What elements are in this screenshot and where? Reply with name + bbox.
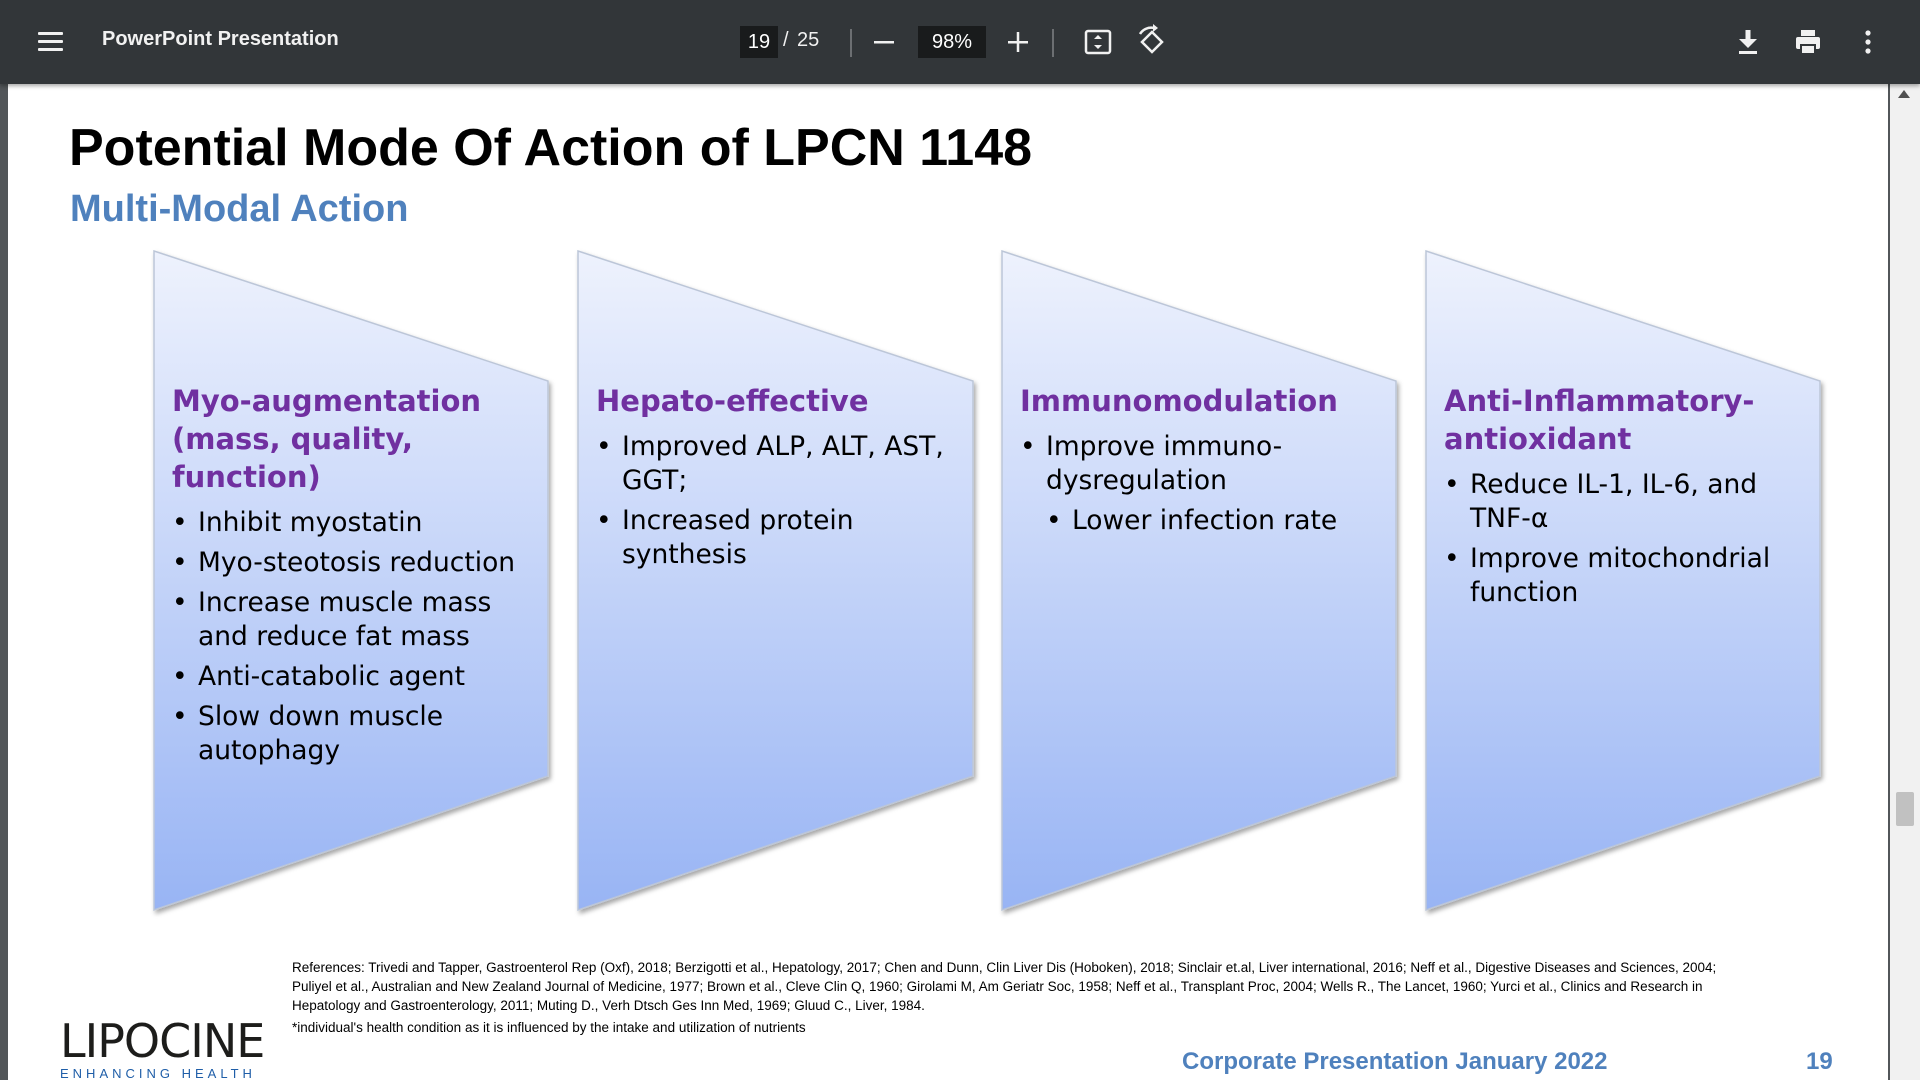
company-logo: LIPOCINE ENHANCING HEALTH <box>60 1014 265 1080</box>
page-separator: / <box>783 29 789 51</box>
list-item: Inhibit myostatin <box>172 506 544 540</box>
list-item: Increased protein synthesis <box>596 504 968 572</box>
zoom-input[interactable]: 98% <box>918 26 986 58</box>
fit-page-icon <box>1084 29 1112 55</box>
panel-anti-inflammatory: Anti-Inflammatory-antioxidant Reduce IL-… <box>1444 382 1816 616</box>
pdf-toolbar: PowerPoint Presentation 19 / 25 98% <box>0 0 1920 84</box>
page-total: 25 <box>797 29 820 51</box>
list-item: Improve mitochondrial function <box>1444 542 1816 610</box>
fit-page-button[interactable] <box>1080 24 1116 60</box>
slide-page: Potential Mode Of Action of LPCN 1148 Mu… <box>8 84 1888 1080</box>
scroll-up-icon[interactable] <box>1898 90 1910 98</box>
list-item: Improved ALP, ALT, AST, GGT; <box>596 430 968 498</box>
panel-heading: Immunomodulation <box>1020 384 1338 418</box>
list-item: Reduce IL-1, IL-6, and TNF-α <box>1444 468 1816 536</box>
panel-hepato-effective: Hepato-effective Improved ALP, ALT, AST,… <box>596 382 968 578</box>
bullet-list: Reduce IL-1, IL-6, and TNF-α Improve mit… <box>1444 468 1816 610</box>
list-item: Improve immuno-dysregulation <box>1020 430 1392 498</box>
bullet-list: Improved ALP, ALT, AST, GGT; Increased p… <box>596 430 968 572</box>
download-button[interactable] <box>1730 24 1766 60</box>
bullet-list: Inhibit myostatin Myo-steotosis reductio… <box>172 506 544 768</box>
list-item: Slow down muscle autophagy <box>172 700 544 768</box>
logo-name: LIPOCINE <box>60 1014 265 1068</box>
document-viewer[interactable]: Potential Mode Of Action of LPCN 1148 Mu… <box>0 84 1920 1080</box>
toolbar-divider <box>850 29 852 57</box>
download-icon <box>1739 30 1757 54</box>
page-number-input[interactable]: 19 <box>740 26 778 58</box>
panel-myo-augmentation: Myo-augmentation (mass, quality, functio… <box>172 382 544 774</box>
zoom-out-button[interactable] <box>866 24 902 60</box>
rotate-button[interactable] <box>1134 24 1170 60</box>
zoom-in-button[interactable] <box>1000 24 1036 60</box>
scrollbar[interactable] <box>1890 84 1920 1080</box>
references-text: References: Trivedi and Tapper, Gastroen… <box>292 960 1717 1013</box>
more-options-button[interactable] <box>1850 24 1886 60</box>
print-button[interactable] <box>1790 24 1826 60</box>
toolbar-divider <box>1052 29 1054 57</box>
print-icon <box>1796 30 1820 55</box>
list-item: Increase muscle mass and reduce fat mass <box>172 586 544 654</box>
footnote: *individual's health condition as it is … <box>292 1020 806 1035</box>
slide-page-number: 19 <box>1806 1048 1833 1075</box>
rotate-icon <box>1138 24 1164 54</box>
logo-tagline: ENHANCING HEALTH <box>60 1066 256 1080</box>
panel-heading: Myo-augmentation (mass, quality, functio… <box>172 384 482 494</box>
panel-heading: Hepato-effective <box>596 384 869 418</box>
menu-icon[interactable] <box>36 28 66 56</box>
more-vert-icon <box>1865 30 1871 54</box>
panel-immunomodulation: Immunomodulation Improve immuno-dysregul… <box>1020 382 1392 544</box>
list-item: Myo-steotosis reduction <box>172 546 544 580</box>
slide-footer: Corporate Presentation January 2022 <box>1182 1048 1608 1075</box>
minus-icon <box>874 41 894 44</box>
document-title: PowerPoint Presentation <box>102 28 339 50</box>
references: References: Trivedi and Tapper, Gastroen… <box>292 958 1722 1037</box>
panel-shape-2 <box>577 249 974 912</box>
scrollbar-thumb[interactable] <box>1896 792 1914 826</box>
list-item: Lower infection rate <box>1046 504 1392 538</box>
bullet-list: Improve immuno-dysregulation Lower infec… <box>1020 430 1392 538</box>
panel-shape-3 <box>1001 249 1397 912</box>
list-item: Anti-catabolic agent <box>172 660 544 694</box>
panel-heading: Anti-Inflammatory-antioxidant <box>1444 384 1755 456</box>
plus-icon <box>1008 32 1028 52</box>
